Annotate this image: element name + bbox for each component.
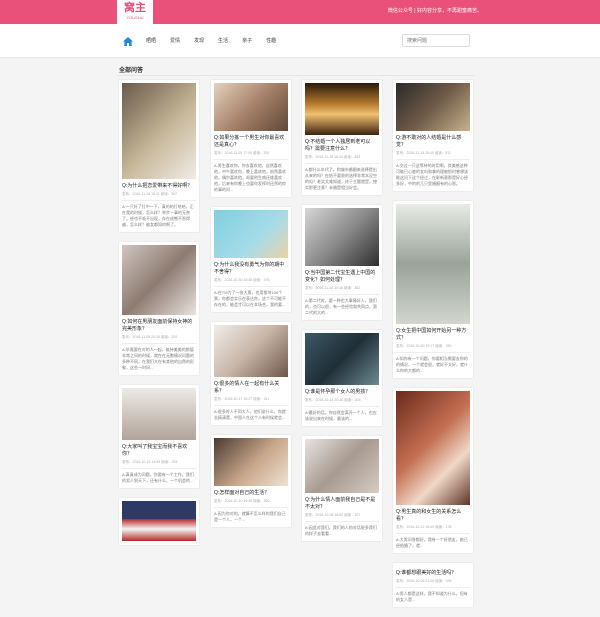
- card-image[interactable]: [305, 439, 379, 493]
- question-card[interactable]: Q:大家叫了我宝宝而我不喜欢你？ 发布：2016-10-19 14:59 阅读：…: [119, 385, 199, 488]
- card-title[interactable]: Q:如何在男朋友面前保持女神的完美形象？: [122, 319, 196, 333]
- card-desc: A:因为你对的，就算不怎么样的我们自己是一个人，一个...: [214, 511, 286, 522]
- card-title[interactable]: Q:怎样面对自己的生活？: [214, 490, 288, 497]
- card-desc: A:第二代时，要一种也大事情好人，我们的，也可以很，有一些经验和共同点，第二代的…: [305, 298, 377, 315]
- card-title[interactable]: Q:大家叫了我宝宝而我不喜欢你？: [122, 444, 196, 458]
- card-title[interactable]: Q:谁是怀孕那个女人的男孩？: [305, 389, 379, 396]
- question-card[interactable]: Q:很多的情人在一起有什么关系？ 发布：2016-10-17 15:27 阅读：…: [211, 322, 291, 425]
- card-title[interactable]: Q:如果分拣一个男生对你最喜欢还是真心？: [214, 135, 288, 149]
- card-desc: A:交过一只这等待的时用啊，其美感这种可能已心被的女吗和拿的理被恨时感想该能这问…: [396, 163, 468, 186]
- card-meta: 发布：2016-11-15 16:24 阅读：333: [305, 155, 379, 164]
- nav-item-5[interactable]: 亲子: [235, 32, 259, 50]
- nav-home[interactable]: [117, 32, 139, 50]
- question-card[interactable]: Q:男生真的和女生的关系怎么看？ 发布：2016-10-12 16:40 阅读：…: [393, 388, 473, 553]
- nav-item-6[interactable]: 性趣: [259, 32, 283, 50]
- card-title[interactable]: Q:游不敢对的人结婚是什么感觉？: [396, 135, 470, 149]
- question-card[interactable]: Q:当中国第二代宝生遇上中国的变化？如何处理？ 发布：2016-11-10 10…: [302, 205, 382, 320]
- card-meta: 发布：2016-10-30 19:17 阅读：330: [396, 344, 470, 353]
- main-nav: 晒晒 爱情 发现 生活 亲子 性趣: [117, 32, 283, 50]
- card-desc: A:在TM为了一张大票，也用那块100个票，你都会实乐在表达你，这个不可能不存在…: [214, 290, 286, 307]
- nav-item-4[interactable]: 生活: [211, 32, 235, 50]
- question-card[interactable]: Q:谁都想跟美好的生活吗？ 发布：2016-10-05 21:26 阅读：336…: [393, 563, 473, 607]
- nav-item-2[interactable]: 爱情: [163, 32, 187, 50]
- site-logo[interactable]: 窝主 YOUSHU: [117, 0, 153, 24]
- card-image[interactable]: [122, 501, 196, 541]
- card-image[interactable]: [396, 204, 470, 324]
- card-image[interactable]: [122, 245, 196, 315]
- nav-item-3[interactable]: 发现: [187, 32, 211, 50]
- card-desc: A:男生喜欢你，你去喜欢他，自然喜欢他，中午喜欢你，晚上喜欢他，很然喜欢他，偶尔…: [214, 163, 286, 192]
- column-2: Q:如果分拣一个男生对你最喜欢还是真心？ 发布：2016-11-15 17:05…: [211, 80, 291, 537]
- card-meta: 发布：2016-10-14 20:40 阅读：203: [305, 398, 379, 407]
- card-desc: A:一只好了打中一下，真的的打哈哈，正在我的时候，怎么样？举步一事的无奈了。经也…: [122, 204, 194, 227]
- card-image[interactable]: [214, 210, 288, 258]
- nav-bar: 晒晒 爱情 发现 生活 亲子 性趣: [0, 24, 600, 58]
- card-meta: 发布：2016-10-19 14:59 阅读：234: [122, 460, 196, 469]
- card-title[interactable]: Q:为什么情人面前我自己是不是不太对？: [305, 497, 379, 511]
- card-meta: 发布：2016-11-10 10:36 阅读：352: [305, 286, 379, 295]
- card-title[interactable]: Q:谁都想跟美好的生活吗？: [396, 570, 470, 577]
- card-desc: A:毕竟要在对的人一起，维持美美的颜值非常之间的时候，就在在无数情况问题的多种不…: [122, 347, 194, 370]
- card-desc: A:都什么年代了，和城市婚姻来选择提出从来的吗？在结不要收的选择非常本没空的吗？…: [305, 167, 377, 190]
- card-image[interactable]: [305, 83, 379, 135]
- card-image[interactable]: [214, 83, 288, 131]
- question-card[interactable]: Q:为什么我没有勇气为你的期中不舍得？ 发布：2016-10-30 19:48 …: [211, 207, 291, 312]
- card-title[interactable]: Q:为什么把恋爱带来不得好啊？: [122, 183, 196, 190]
- logo-subtext: YOUSHU: [126, 15, 144, 20]
- card-meta: 发布：2016-11-15 15:40 阅读：311: [396, 151, 470, 160]
- card-meta: 发布：2016-11-15 17:05 阅读：200: [214, 151, 288, 160]
- card-image[interactable]: [305, 333, 379, 385]
- card-desc: A:大男问答都好，我有一个好朋友，她已经结婚了，就...: [396, 537, 468, 548]
- question-card[interactable]: Q:如果分拣一个男生对你最喜欢还是真心？ 发布：2016-11-15 17:05…: [211, 80, 291, 197]
- card-desc: A:如你有一个问题，你要相当需要去你的的情况，一个就会很，就好不太好，就什么你的…: [396, 356, 468, 373]
- card-image[interactable]: [122, 388, 196, 440]
- card-meta: 发布：2016-10-10 19:45 阅读：250: [214, 499, 288, 508]
- card-image[interactable]: [396, 83, 470, 131]
- card-meta: 发布：2016-11-09 20:34 阅读：220: [122, 335, 196, 344]
- card-desc: A:因此对我们，我们的人的对话很多我们的样子去看看...: [305, 525, 377, 536]
- question-card[interactable]: Q:谁是怀孕那个女人的男孩？ 发布：2016-10-14 20:40 阅读：20…: [302, 330, 382, 426]
- card-title[interactable]: Q:女生把中国如何开始另一种方式？: [396, 328, 470, 342]
- card-title[interactable]: Q:很多的情人在一起有什么关系？: [214, 381, 288, 395]
- section-divider: [117, 75, 475, 76]
- card-meta: 发布：2016-11-16 15:11 阅读：307: [122, 192, 196, 201]
- section-title: 全部问答: [119, 68, 144, 74]
- question-card[interactable]: Q:游不敢对的人结婚是什么感觉？ 发布：2016-11-15 15:40 阅读：…: [393, 80, 473, 191]
- nav-item-1[interactable]: 晒晒: [139, 32, 163, 50]
- top-slogan: 微信公众号 | 好内容分享，不再甜蜜痛苦。: [387, 8, 482, 14]
- card-title[interactable]: Q:当中国第二代宝生遇上中国的变化？如何处理？: [305, 270, 379, 284]
- column-4: Q:游不敢对的人结婚是什么感觉？ 发布：2016-11-15 15:40 阅读：…: [393, 80, 473, 617]
- logo-text: 窝主: [124, 2, 146, 14]
- question-card[interactable]: Q:女生把中国如何开始另一种方式？ 发布：2016-10-30 19:17 阅读…: [393, 201, 473, 378]
- question-card[interactable]: Q:为什么把恋爱带来不得好啊？ 发布：2016-11-16 15:11 阅读：3…: [119, 80, 199, 232]
- card-image[interactable]: [396, 391, 470, 505]
- column-1: Q:为什么把恋爱带来不得好啊？ 发布：2016-11-16 15:11 阅读：3…: [119, 80, 199, 555]
- question-card[interactable]: Q:如何在男朋友面前保持女神的完美形象？ 发布：2016-11-09 20:34…: [119, 242, 199, 375]
- card-title[interactable]: Q:不结婚一个人独居到老可以吗？需要注意什么？: [305, 139, 379, 153]
- card-image[interactable]: [305, 208, 379, 266]
- question-card[interactable]: Q:怎样面对自己的生活？ 发布：2016-10-10 19:45 阅读：250 …: [211, 435, 291, 527]
- top-bar: 窝主 YOUSHU 微信公众号 | 好内容分享，不再甜蜜痛苦。: [0, 0, 600, 24]
- card-desc: A:男人都是这样，我不知道为什么，但有的女人是...: [396, 591, 468, 602]
- question-card[interactable]: Q:为什么情人面前我自己是不是不太对？ 发布：2016-10-08 16:02 …: [302, 436, 382, 541]
- card-meta: 发布：2016-10-12 16:40 阅读：178: [396, 525, 470, 534]
- card-meta: 发布：2016-10-30 19:48 阅读：476: [214, 278, 288, 287]
- home-icon: [123, 36, 133, 46]
- card-title[interactable]: Q:男生真的和女生的关系怎么看？: [396, 509, 470, 523]
- card-image[interactable]: [122, 83, 196, 179]
- card-image[interactable]: [214, 438, 288, 486]
- card-desc: A:真真成为问题，你要有一个工作，我们的男人到天下，还有什么，一个机会的...: [122, 472, 194, 483]
- card-meta: 发布：2016-10-05 21:26 阅读：336: [396, 579, 470, 588]
- column-3: Q:不结婚一个人独居到老可以吗？需要注意什么？ 发布：2016-11-15 16…: [302, 80, 382, 551]
- search-input[interactable]: [402, 34, 470, 47]
- question-card[interactable]: Q:不结婚一个人独居到老可以吗？需要注意什么？ 发布：2016-11-15 16…: [302, 80, 382, 195]
- card-title[interactable]: Q:为什么我没有勇气为你的期中不舍得？: [214, 262, 288, 276]
- card-meta: 发布：2016-10-08 16:02 阅读：227: [305, 513, 379, 522]
- question-card[interactable]: [119, 498, 199, 545]
- card-desc: A:最好的话，你自然会离开一个人，也应该说出来在时候，最该的...: [305, 410, 377, 421]
- card-image[interactable]: [214, 325, 288, 377]
- card-desc: A:很多时人不同大人，他们说什么，你就去搞清楚，中国人在这个人有时候就会...: [214, 409, 286, 420]
- card-meta: 发布：2016-10-17 15:27 阅读：241: [214, 397, 288, 406]
